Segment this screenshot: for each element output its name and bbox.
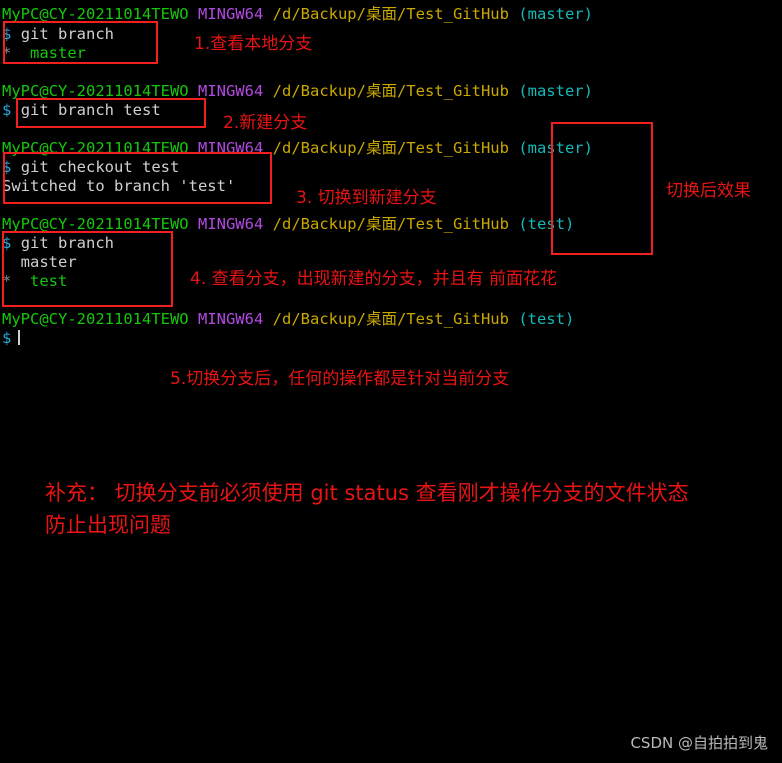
prompt-path: /d/Backup/桌面/Test_GitHub bbox=[272, 215, 509, 233]
prompt-path: /d/Backup/桌面/Test_GitHub bbox=[272, 310, 509, 328]
branch-name: test bbox=[11, 272, 68, 290]
prompt-user: MyPC@CY-20211014TEWO bbox=[2, 215, 189, 233]
prompt-user: MyPC@CY-20211014TEWO bbox=[2, 139, 189, 157]
dollar-sign: $ bbox=[2, 25, 12, 43]
command-line-git-checkout-test: $ git checkout test bbox=[2, 158, 179, 177]
prompt-path: /d/Backup/桌面/Test_GitHub bbox=[272, 5, 509, 23]
prompt-shell: MINGW64 bbox=[197, 139, 264, 157]
command-line-git-branch-2: $ git branch bbox=[2, 234, 114, 253]
branch-name: master bbox=[2, 253, 77, 271]
prompt-line-5: MyPC@CY-20211014TEWO MINGW64 /d/Backup/桌… bbox=[2, 310, 574, 329]
prompt-user: MyPC@CY-20211014TEWO bbox=[2, 5, 189, 23]
current-branch-marker: * bbox=[2, 272, 12, 290]
prompt-shell: MINGW64 bbox=[197, 310, 264, 328]
prompt-line-4: MyPC@CY-20211014TEWO MINGW64 /d/Backup/桌… bbox=[2, 215, 574, 234]
prompt-branch: (master) bbox=[518, 5, 593, 23]
prompt-branch: (test) bbox=[518, 310, 575, 328]
command-text: git branch bbox=[20, 234, 115, 252]
prompt-branch: (master) bbox=[518, 82, 593, 100]
command-line-git-branch-1: $ git branch bbox=[2, 25, 114, 44]
branch-name: master bbox=[11, 44, 86, 62]
annotation-note-extra-line-1: 补充： 切换分支前必须使用 git status 查看刚才操作分支的文件状态 bbox=[45, 481, 689, 505]
dollar-sign: $ bbox=[2, 234, 12, 252]
dollar-sign: $ bbox=[2, 158, 12, 176]
command-line-git-branch-test: $ git branch test bbox=[2, 101, 161, 120]
csdn-watermark: CSDN @自拍拍到鬼 bbox=[630, 734, 768, 752]
annotation-note-side: 切换后效果 bbox=[666, 181, 751, 201]
annotation-note-1: 1.查看本地分支 bbox=[194, 34, 313, 54]
prompt-line-1: MyPC@CY-20211014TEWO MINGW64 /d/Backup/桌… bbox=[2, 5, 593, 24]
prompt-path: /d/Backup/桌面/Test_GitHub bbox=[272, 82, 509, 100]
command-text: git branch bbox=[20, 25, 115, 43]
prompt-shell: MINGW64 bbox=[197, 215, 264, 233]
prompt-user: MyPC@CY-20211014TEWO bbox=[2, 82, 189, 100]
annotation-note-5: 5.切换分支后，任何的操作都是针对当前分支 bbox=[170, 369, 510, 389]
output-line-master-1: * master bbox=[2, 44, 86, 63]
command-text: git checkout test bbox=[20, 158, 180, 176]
prompt-shell: MINGW64 bbox=[197, 82, 264, 100]
dollar-sign: $ bbox=[2, 101, 12, 119]
prompt-path: /d/Backup/桌面/Test_GitHub bbox=[272, 139, 509, 157]
dollar-sign: $ bbox=[2, 329, 12, 347]
output-line-switched: Switched to branch 'test' bbox=[2, 177, 235, 196]
annotation-note-extra-line-2: 防止出现问题 bbox=[45, 513, 171, 537]
annotation-note-4: 4. 查看分支，出现新建的分支，并且有 前面花花 bbox=[190, 269, 558, 289]
command-line-active[interactable]: $ bbox=[2, 329, 21, 348]
text-cursor bbox=[18, 330, 21, 345]
annotation-note-2: 2.新建分支 bbox=[223, 113, 308, 133]
annotation-note-3: 3. 切换到新建分支 bbox=[296, 188, 437, 208]
prompt-branch: (test) bbox=[518, 215, 575, 233]
prompt-line-2: MyPC@CY-20211014TEWO MINGW64 /d/Backup/桌… bbox=[2, 82, 593, 101]
current-branch-marker: * bbox=[2, 44, 12, 62]
output-line-test-2: * test bbox=[2, 272, 67, 291]
prompt-user: MyPC@CY-20211014TEWO bbox=[2, 310, 189, 328]
prompt-line-3: MyPC@CY-20211014TEWO MINGW64 /d/Backup/桌… bbox=[2, 139, 593, 158]
command-text: git branch test bbox=[20, 101, 161, 119]
output-text: Switched to branch 'test' bbox=[2, 177, 236, 195]
output-line-master-2: master bbox=[2, 253, 77, 272]
prompt-branch: (master) bbox=[518, 139, 593, 157]
prompt-shell: MINGW64 bbox=[197, 5, 264, 23]
